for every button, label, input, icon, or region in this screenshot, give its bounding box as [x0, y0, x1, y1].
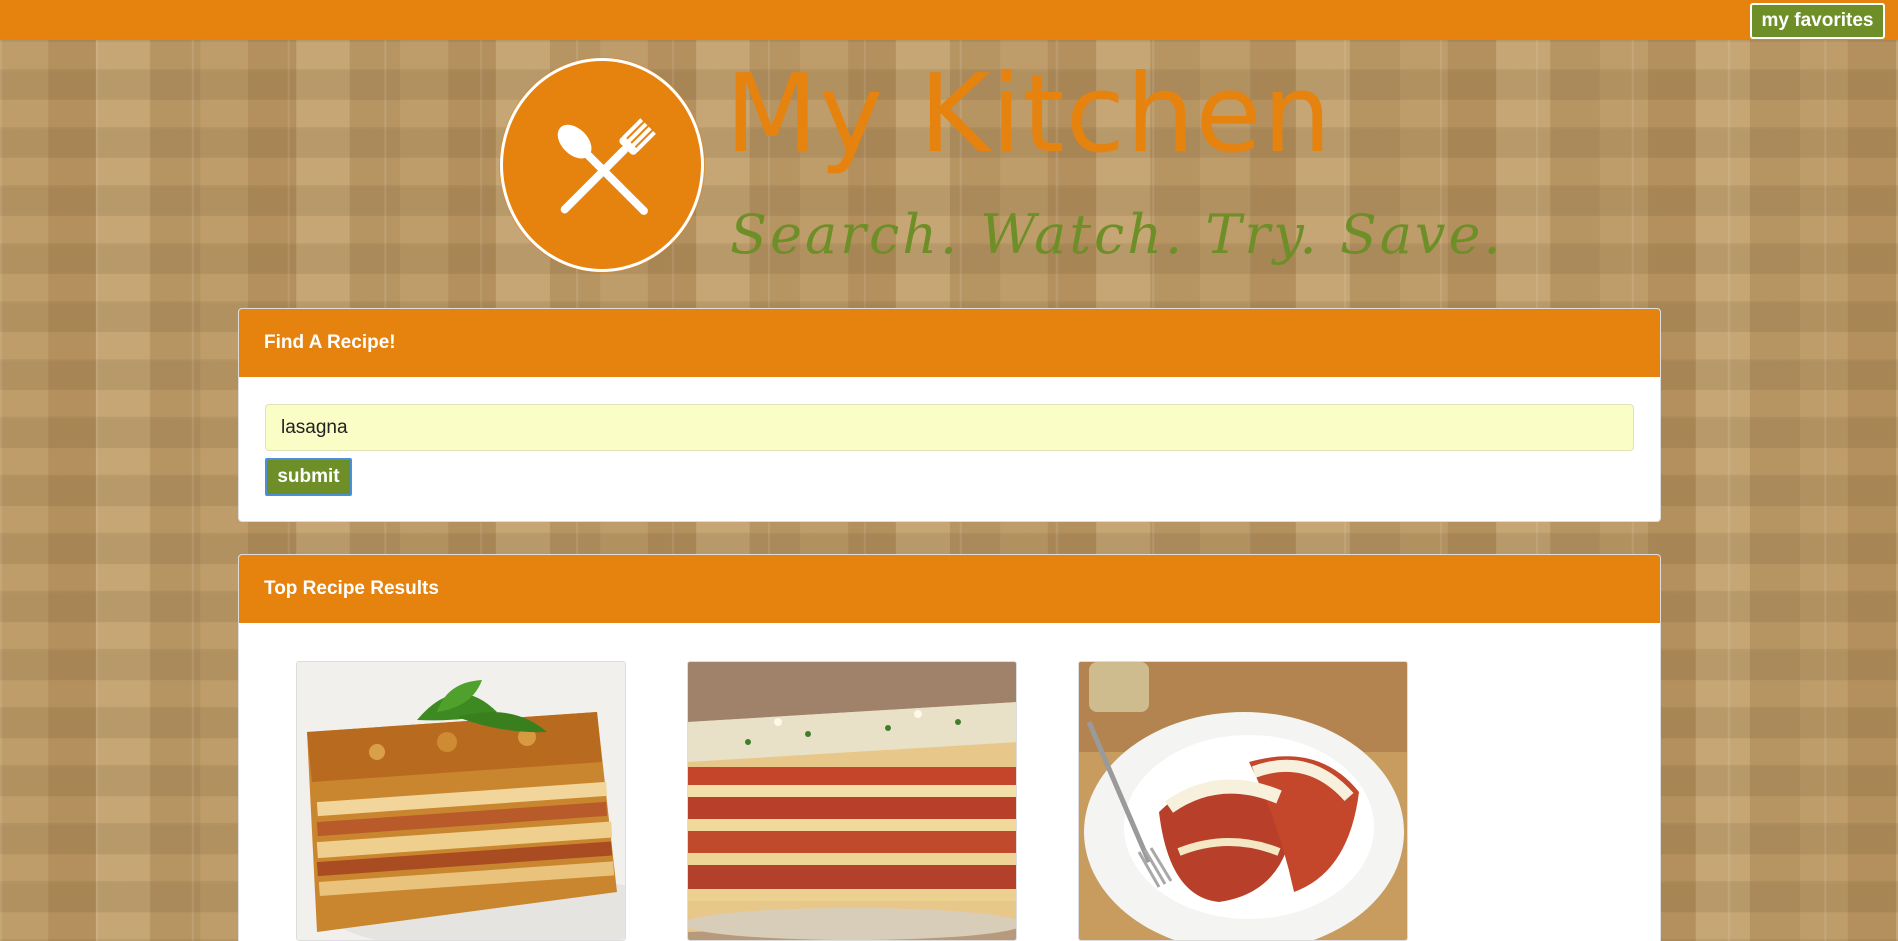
lasagna-with-basil-photo[interactable] — [297, 662, 626, 941]
recipe-card[interactable] — [1078, 661, 1408, 941]
my-favorites-button[interactable]: my favorites — [1750, 3, 1885, 39]
recipe-results-panel: Top Recipe Results — [238, 554, 1661, 941]
site-logo: My Kitchen Search. Watch. Try. Save. — [500, 52, 1501, 288]
recipe-search-input[interactable] — [265, 404, 1634, 451]
recipe-card[interactable] — [687, 661, 1017, 941]
logo-emblem — [500, 58, 704, 272]
results-heading: Top Recipe Results — [239, 555, 1660, 623]
top-bar: my favorites — [0, 0, 1898, 40]
find-recipe-heading: Find A Recipe! — [239, 309, 1660, 377]
spoon-fork-icon — [557, 118, 656, 215]
results-grid — [239, 623, 1660, 941]
find-recipe-panel: Find A Recipe! submit — [238, 308, 1661, 522]
lasagna-roll-ups-photo[interactable] — [1079, 662, 1408, 941]
logo-tagline: Search. Watch. Try. Save. — [730, 203, 1504, 266]
submit-button[interactable]: submit — [265, 458, 352, 496]
logo-title: My Kitchen — [725, 52, 1333, 177]
layered-lasagna-photo[interactable] — [688, 662, 1017, 941]
recipe-card[interactable] — [296, 661, 626, 941]
